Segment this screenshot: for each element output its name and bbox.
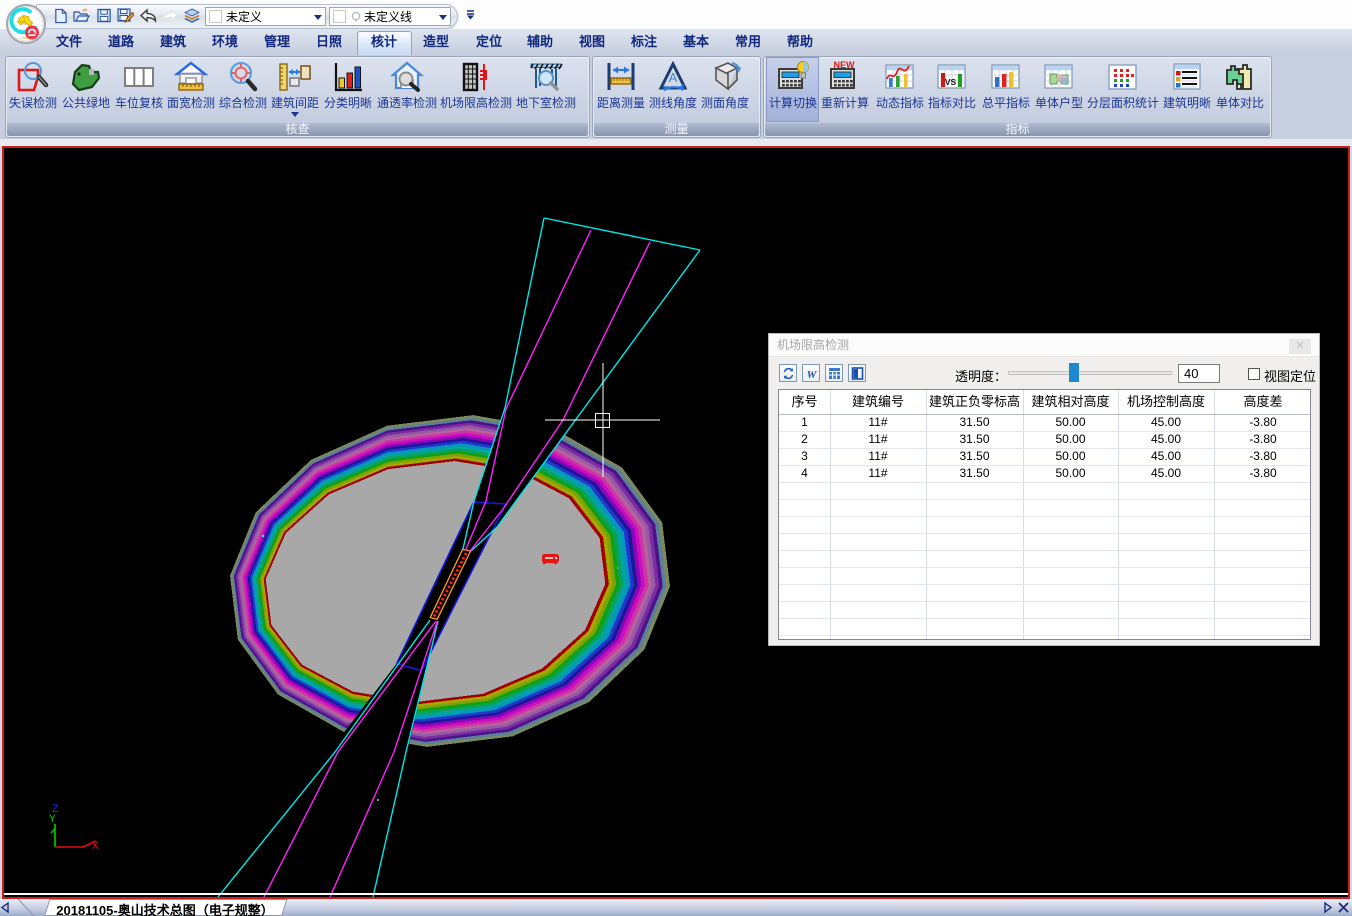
svg-text:Z: Z [52, 804, 59, 816]
svg-text:A: A [669, 70, 678, 85]
svg-text:W: W [806, 369, 817, 380]
svg-text:VS: VS [945, 77, 957, 87]
svg-text:X: X [92, 841, 99, 853]
